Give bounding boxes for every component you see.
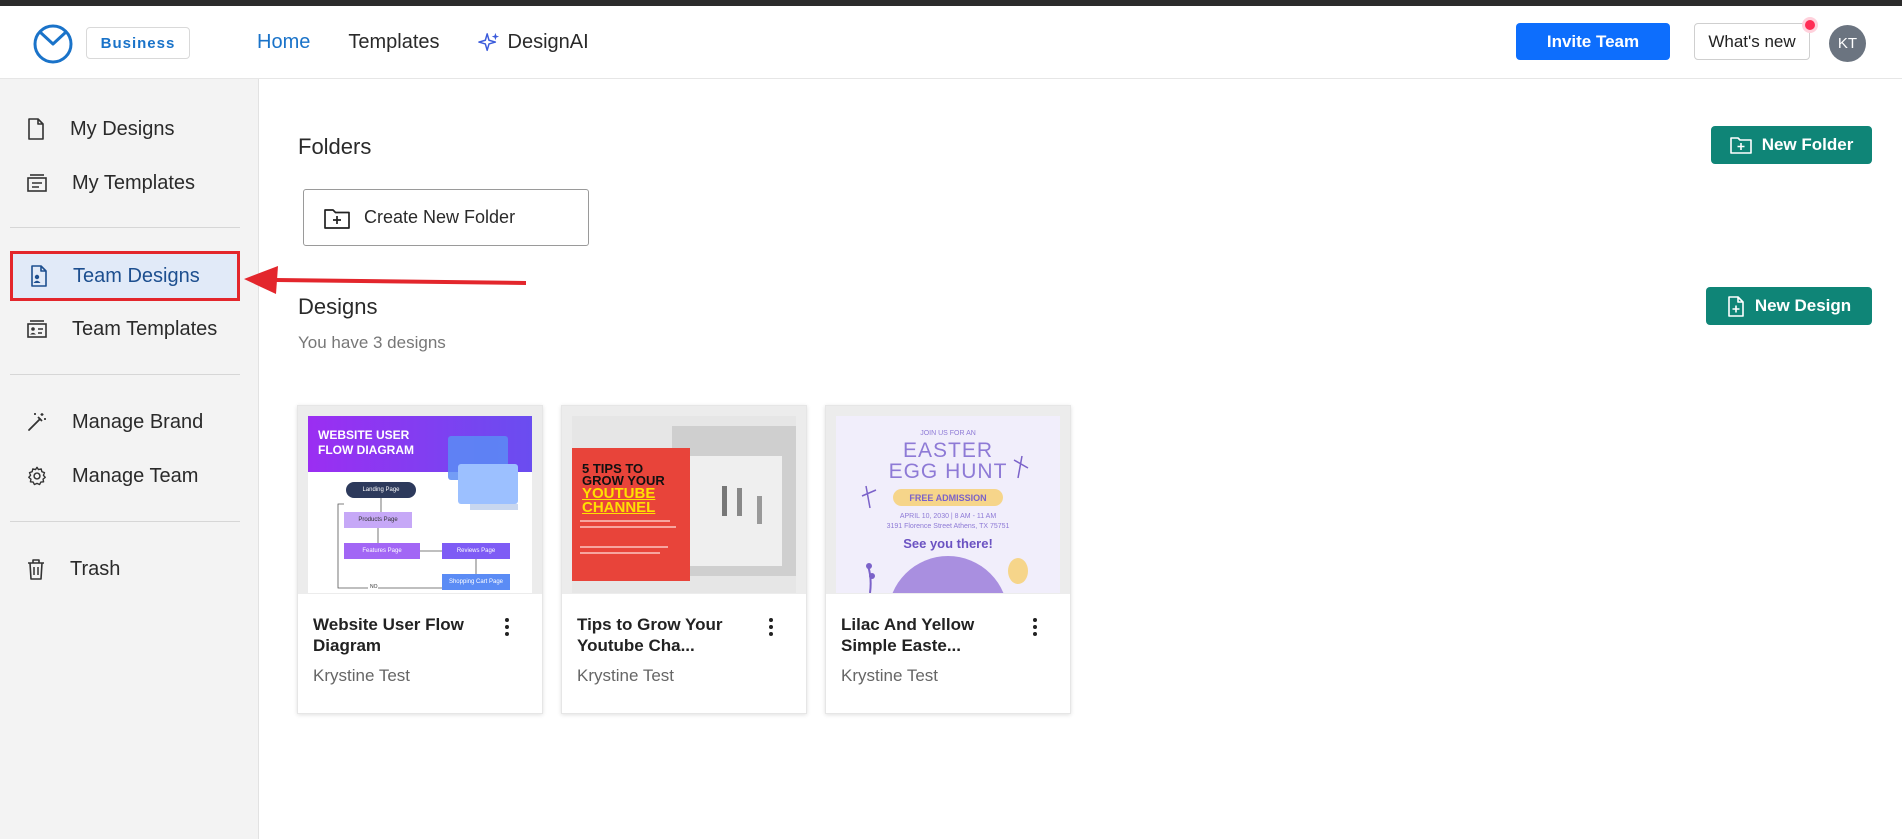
new-design-button[interactable]: New Design	[1706, 287, 1872, 325]
thumbnail-image: JOIN US FOR AN EASTER EGG HUNT FREE ADMI…	[836, 416, 1060, 593]
thumb-address: 3191 Florence Street Athens, TX 75751	[886, 523, 1010, 530]
thumb-line-2: EGG HUNT	[888, 460, 1008, 483]
sidebar-item-label: Manage Brand	[72, 410, 204, 433]
more-options-icon[interactable]	[766, 616, 776, 638]
nav-home[interactable]: Home	[257, 31, 310, 54]
design-thumbnail: JOIN US FOR AN EASTER EGG HUNT FREE ADMI…	[826, 406, 1070, 594]
design-card-author: Krystine Test	[577, 666, 675, 685]
create-folder-label: Create New Folder	[364, 207, 516, 227]
design-card[interactable]: 5 TIPS TO GROW YOUR YOUTUBE CHANNEL Tips…	[561, 405, 807, 714]
nav-home-label: Home	[257, 31, 311, 53]
sidebar-item-label: Manage Team	[72, 464, 199, 487]
trash-icon	[28, 559, 44, 580]
thumb-date: APRIL 10, 2030 | 8 AM - 11 AM	[899, 513, 997, 520]
nav-templates[interactable]: Templates	[348, 31, 439, 54]
design-thumbnail: 5 TIPS TO GROW YOUR YOUTUBE CHANNEL	[562, 406, 806, 594]
notification-dot	[1802, 17, 1818, 33]
flow-box: Landing Page	[362, 487, 400, 493]
sidebar-item-manage-team[interactable]: Manage Team	[10, 452, 240, 500]
design-card-author: Krystine Test	[313, 666, 411, 685]
sparkle-icon	[477, 32, 499, 51]
thumb-heading-2: FLOW DIAGRAM	[318, 443, 414, 457]
flow-box: Products Page	[358, 517, 398, 523]
flow-decision: NO	[370, 584, 378, 590]
create-new-folder-tile[interactable]: Create New Folder	[303, 189, 589, 246]
plan-badge: Business	[86, 27, 190, 59]
sidebar-item-label: Trash	[70, 557, 121, 580]
designs-heading: Designs	[298, 294, 378, 319]
nav-templates-label: Templates	[348, 31, 440, 53]
sidebar-divider	[10, 227, 240, 228]
more-options-icon[interactable]	[1030, 616, 1040, 638]
new-folder-button[interactable]: New Folder	[1711, 126, 1872, 164]
thumb-heading-1: WEBSITE USER	[318, 428, 410, 442]
annotation-arrow-icon	[244, 266, 526, 294]
new-design-label: New Design	[1754, 296, 1852, 315]
user-avatar[interactable]: KT	[1829, 25, 1866, 62]
whats-new-button[interactable]: What's new	[1694, 23, 1810, 60]
design-card-title[interactable]: Lilac And Yellow Simple Easte...	[841, 614, 1021, 656]
sidebar-item-label: Team Designs	[73, 264, 200, 287]
designs-count: You have 3 designs	[298, 333, 446, 352]
sidebar-divider	[10, 374, 240, 375]
sidebar-item-label: Team Templates	[72, 317, 218, 340]
sidebar-divider	[10, 521, 240, 522]
file-plus-icon	[1728, 295, 1744, 317]
sidebar-item-label: My Designs	[70, 117, 175, 140]
design-card[interactable]: WEBSITE USER FLOW DIAGRAM Landing Page P…	[297, 405, 543, 714]
thumbnail-image: WEBSITE USER FLOW DIAGRAM Landing Page P…	[308, 416, 532, 593]
design-card-title[interactable]: Tips to Grow Your Youtube Cha...	[577, 614, 757, 656]
thumb-line-4: CHANNEL	[582, 499, 656, 516]
template-icon	[27, 174, 47, 192]
sidebar-item-trash[interactable]: Trash	[10, 545, 240, 593]
sidebar-item-team-templates[interactable]: Team Templates	[10, 305, 240, 353]
main-nav: Home Templates DesignAI	[257, 6, 589, 79]
sidebar: My Designs My Templates Team Designs Tea…	[0, 79, 259, 839]
flow-box: Shopping Cart Page	[448, 579, 504, 585]
thumb-badge: FREE ADMISSION	[893, 489, 1003, 506]
team-template-icon	[27, 320, 47, 338]
folders-heading: Folders	[298, 134, 372, 159]
design-card-author: Krystine Test	[841, 666, 939, 685]
folder-plus-icon	[1729, 137, 1752, 154]
nav-designai-label: DesignAI	[507, 31, 589, 53]
sidebar-item-my-templates[interactable]: My Templates	[10, 159, 240, 207]
magic-wand-icon	[28, 413, 46, 431]
folder-plus-icon	[324, 208, 350, 229]
team-document-icon	[31, 265, 47, 287]
design-card[interactable]: JOIN US FOR AN EASTER EGG HUNT FREE ADMI…	[825, 405, 1071, 714]
gear-icon	[28, 466, 46, 486]
thumb-top: JOIN US FOR AN	[920, 430, 976, 437]
more-options-icon[interactable]	[502, 616, 512, 638]
flow-box: Features Page	[362, 548, 402, 554]
thumb-cta: See you there!	[903, 536, 993, 551]
nav-designai[interactable]: DesignAI	[477, 31, 589, 54]
sidebar-item-team-designs[interactable]: Team Designs	[10, 251, 240, 301]
sidebar-item-my-designs[interactable]: My Designs	[10, 105, 240, 153]
thumb-line-1: EASTER	[902, 439, 994, 462]
sidebar-item-label: My Templates	[72, 171, 196, 194]
sidebar-item-manage-brand[interactable]: Manage Brand	[10, 398, 240, 446]
design-thumbnail: WEBSITE USER FLOW DIAGRAM Landing Page P…	[298, 406, 542, 594]
top-header: Business Home Templates DesignAI Invite …	[0, 6, 1902, 79]
app-logo-icon[interactable]	[32, 22, 74, 64]
document-icon	[28, 118, 44, 140]
design-card-title[interactable]: Website User Flow Diagram	[313, 614, 493, 656]
new-folder-label: New Folder	[1761, 135, 1854, 154]
flow-box: Reviews Page	[456, 548, 496, 554]
thumbnail-image: 5 TIPS TO GROW YOUR YOUTUBE CHANNEL	[572, 416, 796, 593]
invite-team-button[interactable]: Invite Team	[1516, 23, 1670, 60]
